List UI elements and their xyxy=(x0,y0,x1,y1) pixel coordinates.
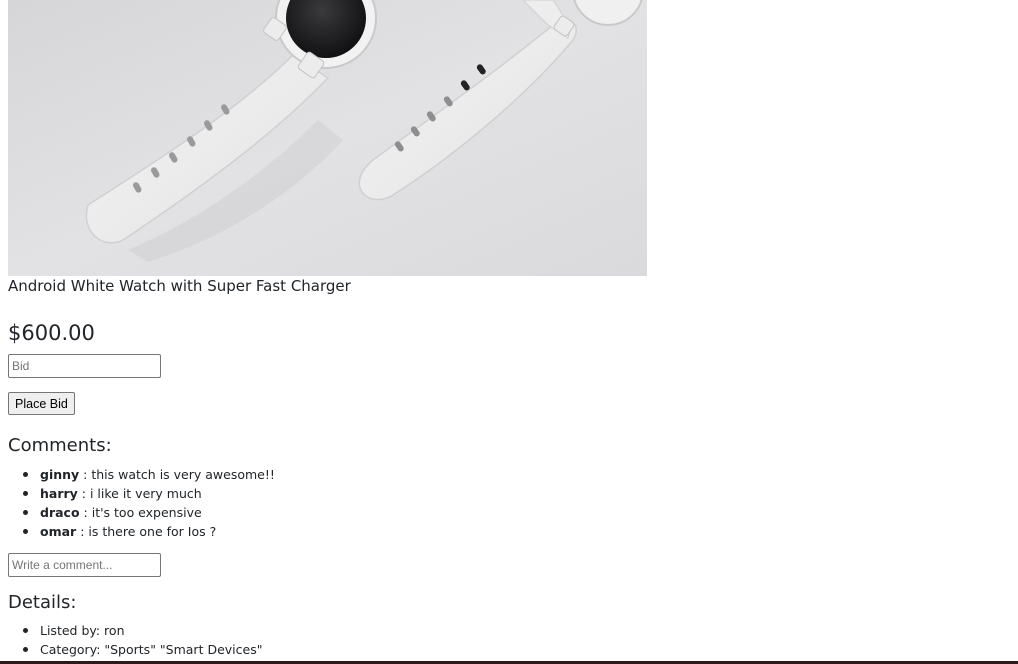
comments-heading: Comments: xyxy=(8,435,112,456)
comment-author: ginny xyxy=(40,467,80,482)
comments-list: ginny : this watch is very awesome!! har… xyxy=(0,465,275,541)
details-heading: Details: xyxy=(8,592,77,613)
comment-text: it's too expensive xyxy=(91,505,202,520)
comment-separator: : xyxy=(79,505,92,520)
comment-item: ginny : this watch is very awesome!! xyxy=(0,465,275,484)
comment-text: this watch is very awesome!! xyxy=(91,467,275,482)
bullet-icon xyxy=(23,510,28,515)
bullet-icon xyxy=(23,472,28,477)
product-image xyxy=(8,0,647,276)
product-title: Android White Watch with Super Fast Char… xyxy=(8,277,351,295)
bullet-icon xyxy=(23,491,28,496)
comment-input[interactable] xyxy=(8,553,161,577)
listing-page: Android White Watch with Super Fast Char… xyxy=(0,0,1018,664)
bullet-icon xyxy=(23,529,28,534)
comment-author: omar xyxy=(40,524,77,539)
watch-photo xyxy=(8,0,647,276)
bullet-icon xyxy=(23,647,28,652)
comment-separator: : xyxy=(77,486,90,501)
comment-text: is there one for Ios ? xyxy=(88,524,217,539)
bullet-icon xyxy=(23,628,28,633)
details-list: Listed by: ron Category: "Sports" "Smart… xyxy=(0,621,262,659)
detail-item-category: Category: "Sports" "Smart Devices" xyxy=(0,640,262,659)
detail-text: Category: "Sports" "Smart Devices" xyxy=(40,642,263,657)
detail-text: Listed by: ron xyxy=(40,623,125,638)
comment-item: draco : it's too expensive xyxy=(0,503,275,522)
place-bid-button[interactable]: Place Bid xyxy=(8,392,75,415)
comment-separator: : xyxy=(79,467,92,482)
comment-item: harry : i like it very much xyxy=(0,484,275,503)
detail-item-listed-by: Listed by: ron xyxy=(0,621,262,640)
bid-input[interactable] xyxy=(8,354,161,378)
comment-text: i like it very much xyxy=(89,486,202,501)
comment-separator: : xyxy=(76,524,89,539)
comment-item: omar : is there one for Ios ? xyxy=(0,522,275,541)
comment-author: draco xyxy=(40,505,80,520)
comment-author: harry xyxy=(40,486,78,501)
product-price: $600.00 xyxy=(8,321,95,345)
